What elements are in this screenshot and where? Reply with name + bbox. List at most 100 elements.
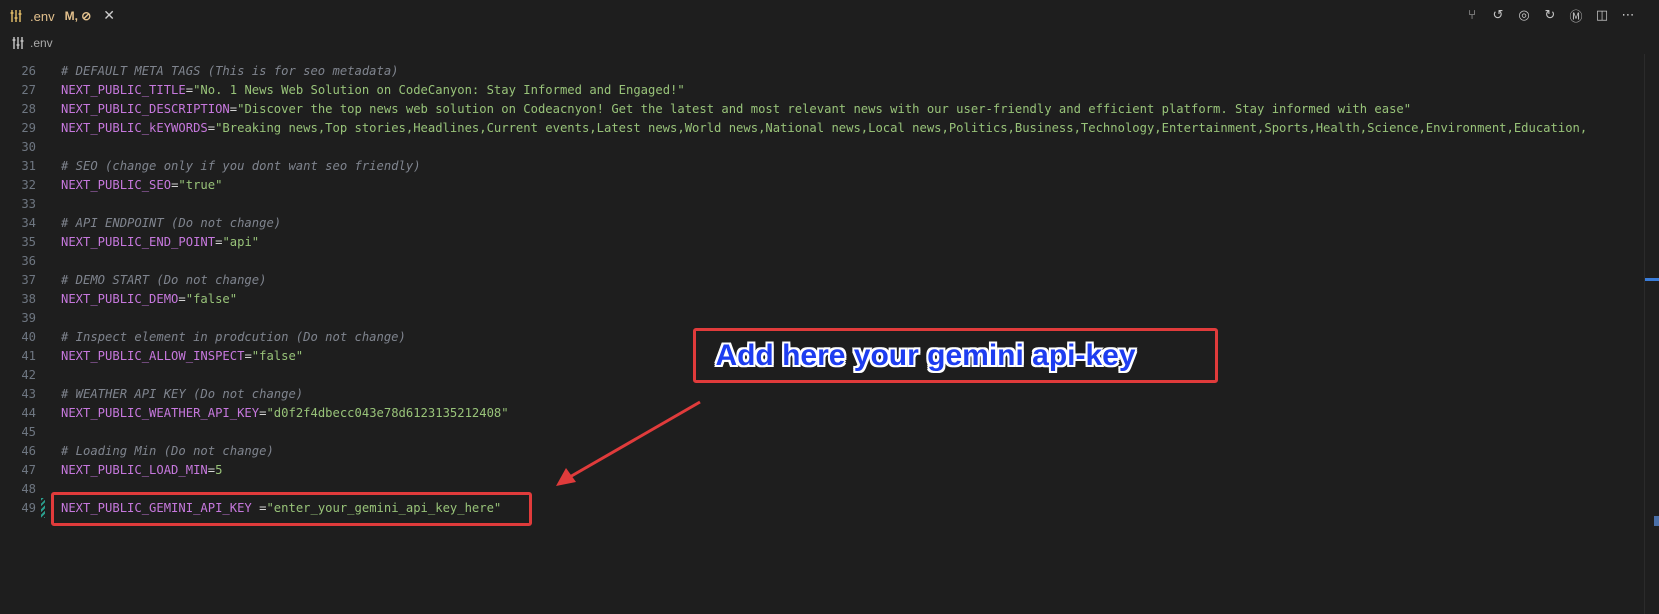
code-line[interactable]: 33 bbox=[0, 195, 1645, 214]
env-value: "false" bbox=[185, 292, 238, 306]
line-content: # WEATHER API KEY (Do not change) bbox=[61, 385, 303, 404]
line-number: 28 bbox=[21, 102, 36, 116]
line-number: 29 bbox=[21, 121, 36, 135]
env-key: NEXT_PUBLIC_kEYWORDS bbox=[61, 121, 208, 135]
code-line[interactable]: 44 NEXT_PUBLIC_WEATHER_API_KEY="d0f2f4dbe… bbox=[0, 404, 1645, 423]
line-number: 43 bbox=[21, 387, 36, 401]
code-line[interactable]: 38 NEXT_PUBLIC_DEMO="false" bbox=[0, 290, 1645, 309]
line-number: 30 bbox=[21, 140, 36, 154]
breadcrumb-file[interactable]: .env bbox=[30, 36, 53, 50]
line-content: NEXT_PUBLIC_kEYWORDS="Breaking news,Top … bbox=[61, 119, 1587, 138]
code-line[interactable]: 34 # API ENDPOINT (Do not change) bbox=[0, 214, 1645, 233]
env-key: NEXT_PUBLIC_DEMO bbox=[61, 292, 179, 306]
env-key: NEXT_PUBLIC_LOAD_MIN bbox=[61, 463, 208, 477]
more-actions-icon[interactable]: ⋯ bbox=[1619, 6, 1637, 24]
settings-sliders-icon bbox=[10, 35, 26, 51]
env-key: NEXT_PUBLIC_TITLE bbox=[61, 83, 186, 97]
source-control-icon[interactable]: ⑂ bbox=[1463, 6, 1481, 24]
env-value: "false" bbox=[251, 349, 304, 363]
line-number: 31 bbox=[21, 159, 36, 173]
env-key: NEXT_PUBLIC_WEATHER_API_KEY bbox=[61, 406, 260, 420]
line-number: 44 bbox=[21, 406, 36, 420]
modified-line-gutter-marker bbox=[41, 498, 45, 518]
env-value: "No. 1 News Web Solution on CodeCanyon: … bbox=[193, 83, 685, 97]
line-number: 42 bbox=[21, 368, 36, 382]
operator: = bbox=[207, 121, 216, 135]
env-key: NEXT_PUBLIC_DESCRIPTION bbox=[61, 102, 230, 116]
breadcrumb: .env bbox=[0, 32, 1659, 54]
line-number: 40 bbox=[21, 330, 36, 344]
commit-node-icon[interactable]: ◎ bbox=[1515, 6, 1533, 24]
env-value: "api" bbox=[222, 235, 260, 249]
code-line[interactable]: 37 # DEMO START (Do not change) bbox=[0, 271, 1645, 290]
line-content: NEXT_PUBLIC_SEO="true" bbox=[61, 176, 222, 195]
line-content: NEXT_PUBLIC_ALLOW_INSPECT="false" bbox=[61, 347, 303, 366]
line-content: NEXT_PUBLIC_DESCRIPTION="Discover the to… bbox=[61, 100, 1411, 119]
env-key: NEXT_PUBLIC_END_POINT bbox=[61, 235, 216, 249]
code-line[interactable]: 43 # WEATHER API KEY (Do not change) bbox=[0, 385, 1645, 404]
code-line[interactable]: 32 NEXT_PUBLIC_SEO="true" bbox=[0, 176, 1645, 195]
operator: = bbox=[178, 292, 186, 306]
annotation-callout-box: Add here your gemini api-key bbox=[693, 328, 1218, 383]
settings-sliders-icon bbox=[8, 8, 24, 24]
line-content: # API ENDPOINT (Do not change) bbox=[61, 214, 281, 233]
line-number: 39 bbox=[21, 311, 36, 325]
line-content: NEXT_PUBLIC_LOAD_MIN=5 bbox=[61, 461, 222, 480]
code-line[interactable]: 36 bbox=[0, 252, 1645, 271]
go-forward-icon[interactable]: ↻ bbox=[1541, 6, 1559, 24]
line-content: # DEMO START (Do not change) bbox=[61, 271, 266, 290]
modified-status-badge: M, ⊘ bbox=[64, 9, 92, 23]
code-line[interactable]: 26 # DEFAULT META TAGS (This is for seo m… bbox=[0, 62, 1645, 81]
env-value: "Breaking news,Top stories,Headlines,Cur… bbox=[215, 121, 1588, 135]
comment-text: # SEO (change only if you dont want seo … bbox=[61, 159, 421, 173]
env-value: "true" bbox=[178, 178, 223, 192]
env-key: NEXT_PUBLIC_ALLOW_INSPECT bbox=[61, 349, 245, 363]
operator: = bbox=[229, 102, 238, 116]
go-back-icon[interactable]: ↺ bbox=[1489, 6, 1507, 24]
env-value: "Discover the top news web solution on C… bbox=[237, 102, 1412, 116]
line-number: 38 bbox=[21, 292, 36, 306]
line-number: 36 bbox=[21, 254, 36, 268]
code-line[interactable]: 31 # SEO (change only if you dont want se… bbox=[0, 157, 1645, 176]
code-line[interactable]: 47 NEXT_PUBLIC_LOAD_MIN=5 bbox=[0, 461, 1645, 480]
line-content: # Loading Min (Do not change) bbox=[61, 442, 274, 461]
code-line[interactable]: 29 NEXT_PUBLIC_kEYWORDS="Breaking news,To… bbox=[0, 119, 1645, 138]
line-number: 35 bbox=[21, 235, 36, 249]
code-line[interactable]: 35 NEXT_PUBLIC_END_POINT="api" bbox=[0, 233, 1645, 252]
code-line[interactable]: 45 bbox=[0, 423, 1645, 442]
close-icon[interactable]: ✕ bbox=[103, 8, 115, 24]
code-line[interactable]: 39 bbox=[0, 309, 1645, 328]
line-content: # Inspect element in prodcution (Do not … bbox=[61, 328, 406, 347]
editor-tab-bar: .env M, ⊘ ✕ ⑂ ↺ ◎ ↻ Ⓜ ◫ ⋯ bbox=[0, 0, 1659, 32]
code-line[interactable]: 46 # Loading Min (Do not change) bbox=[0, 442, 1645, 461]
env-key: NEXT_PUBLIC_SEO bbox=[61, 178, 172, 192]
editor-actions: ⑂ ↺ ◎ ↻ Ⓜ ◫ ⋯ bbox=[1463, 6, 1637, 25]
annotation-highlight-box bbox=[51, 492, 532, 526]
line-content: NEXT_PUBLIC_TITLE="No. 1 News Web Soluti… bbox=[61, 81, 685, 100]
operator: = bbox=[185, 83, 194, 97]
line-content: NEXT_PUBLIC_WEATHER_API_KEY="d0f2f4dbecc… bbox=[61, 404, 509, 423]
split-editor-icon[interactable]: ◫ bbox=[1593, 6, 1611, 24]
line-content: # DEFAULT META TAGS (This is for seo met… bbox=[61, 62, 399, 81]
code-line[interactable]: 28 NEXT_PUBLIC_DESCRIPTION="Discover the … bbox=[0, 100, 1645, 119]
vertical-scrollbar[interactable] bbox=[1644, 54, 1659, 614]
code-line[interactable]: 27 NEXT_PUBLIC_TITLE="No. 1 News Web Solu… bbox=[0, 81, 1645, 100]
comment-text: # DEMO START (Do not change) bbox=[61, 273, 267, 287]
line-number: 47 bbox=[21, 463, 36, 477]
code-line[interactable]: 30 bbox=[0, 138, 1645, 157]
line-number: 37 bbox=[21, 273, 36, 287]
comment-text: # Loading Min (Do not change) bbox=[61, 444, 274, 458]
scrollbar-cursor-marker bbox=[1645, 278, 1659, 281]
comment-text: # Inspect element in prodcution (Do not … bbox=[61, 330, 406, 344]
line-content: NEXT_PUBLIC_END_POINT="api" bbox=[61, 233, 259, 252]
tab-env-file[interactable]: .env M, ⊘ ✕ bbox=[0, 0, 126, 32]
line-number: 33 bbox=[21, 197, 36, 211]
scrollbar-change-marker bbox=[1654, 516, 1659, 526]
env-value: 5 bbox=[215, 463, 223, 477]
merge-icon[interactable]: Ⓜ bbox=[1567, 6, 1585, 25]
env-value: "d0f2f4dbecc043e78d6123135212408" bbox=[266, 406, 509, 420]
line-content: NEXT_PUBLIC_DEMO="false" bbox=[61, 290, 237, 309]
line-number: 41 bbox=[21, 349, 36, 363]
line-content: # SEO (change only if you dont want seo … bbox=[61, 157, 421, 176]
operator: = bbox=[207, 463, 216, 477]
